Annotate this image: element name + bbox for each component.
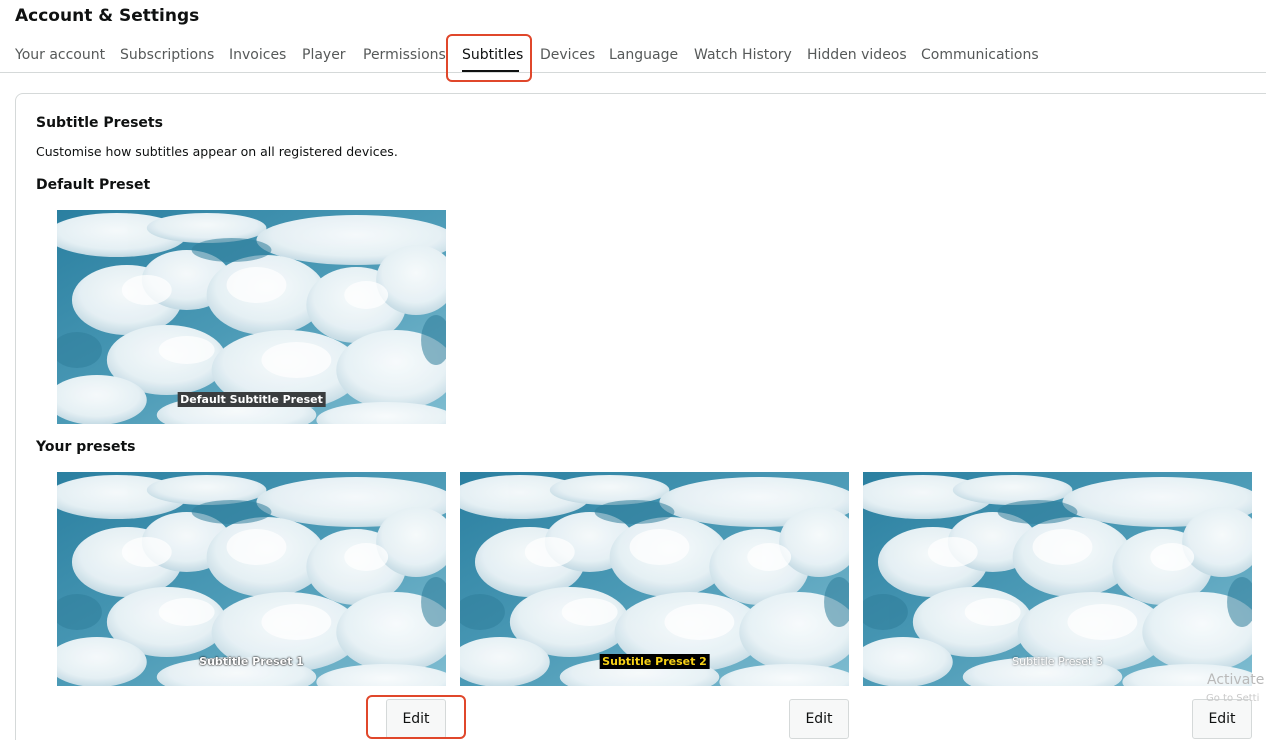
preset-1-caption: Subtitle Preset 1 [199, 655, 304, 668]
preset-3-caption: Subtitle Preset 3 [1012, 655, 1103, 668]
account-settings-page: Account & Settings Your account Subscrip… [0, 0, 1266, 740]
subtitle-presets-heading: Subtitle Presets [36, 115, 163, 131]
tab-hidden-videos[interactable]: Hidden videos [807, 47, 907, 63]
subtitle-presets-description: Customise how subtitles appear on all re… [36, 144, 398, 159]
active-tab-indicator [462, 70, 519, 72]
page-title: Account & Settings [15, 6, 200, 26]
your-presets-heading: Your presets [36, 439, 136, 455]
preset-2-caption: Subtitle Preset 2 [599, 654, 710, 669]
tab-watch-history[interactable]: Watch History [694, 47, 792, 63]
default-preset-heading: Default Preset [36, 177, 151, 193]
preset-1-preview: Subtitle Preset 1 [57, 472, 446, 686]
tab-invoices[interactable]: Invoices [229, 47, 286, 63]
activate-windows-subtext: Go to Setti [1206, 693, 1260, 704]
default-preset-caption: Default Subtitle Preset [177, 392, 326, 407]
settings-tab-bar: Your account Subscriptions Invoices Play… [0, 38, 1266, 73]
tab-devices[interactable]: Devices [540, 47, 595, 63]
edit-preset-2-button[interactable]: Edit [789, 699, 849, 739]
tab-your-account[interactable]: Your account [15, 47, 105, 63]
tab-permissions[interactable]: Permissions [363, 47, 446, 63]
tab-subtitles[interactable]: Subtitles [462, 47, 523, 63]
default-preset-preview: Default Subtitle Preset [57, 210, 446, 424]
preset-3-preview: Subtitle Preset 3 [863, 472, 1252, 686]
preset-2-preview: Subtitle Preset 2 [460, 472, 849, 686]
tab-communications[interactable]: Communications [921, 47, 1039, 63]
edit-preset-1-button[interactable]: Edit [386, 699, 446, 739]
tab-language[interactable]: Language [609, 47, 678, 63]
tab-player[interactable]: Player [302, 47, 346, 63]
activate-windows-watermark: Activate [1207, 672, 1265, 688]
tab-subscriptions[interactable]: Subscriptions [120, 47, 214, 63]
edit-preset-3-button[interactable]: Edit [1192, 699, 1252, 739]
